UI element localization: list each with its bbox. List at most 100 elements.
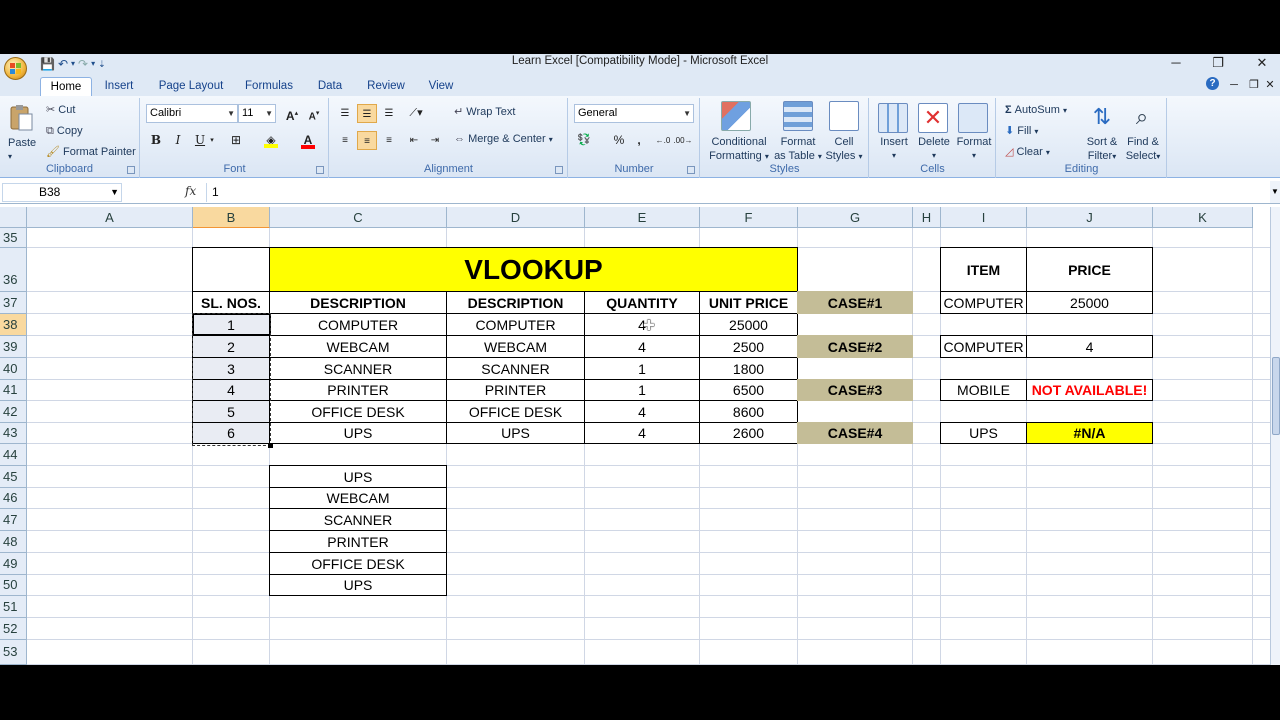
table-data-cell[interactable]: 1	[584, 357, 700, 380]
tab-view[interactable]: View	[424, 77, 458, 96]
case-result-cell[interactable]: #N/A	[1026, 422, 1153, 444]
column-header-k[interactable]: K	[1153, 207, 1253, 228]
tab-formulas[interactable]: Formulas	[242, 77, 296, 96]
row-header-39[interactable]: 39	[0, 336, 27, 358]
fill-button[interactable]: ⬇ Fill ▾	[1005, 124, 1038, 139]
table-data-cell[interactable]: UPS	[269, 422, 447, 444]
row-header-47[interactable]: 47	[0, 509, 27, 531]
row-header-35[interactable]: 35	[0, 228, 27, 248]
cut-button[interactable]: ✂ Cut	[46, 103, 75, 117]
table-data-cell[interactable]: 2	[192, 335, 270, 358]
table-data-cell[interactable]: COMPUTER	[446, 313, 585, 336]
align-middle-icon[interactable]: ☰	[357, 104, 377, 123]
column-header-f[interactable]: F	[700, 207, 798, 228]
borders-icon[interactable]: ⊞	[226, 131, 246, 150]
table-data-cell[interactable]: 3	[192, 357, 270, 380]
grow-font-icon[interactable]: A▴	[282, 104, 302, 123]
delete-cells-button[interactable]: Delete ▾	[914, 135, 954, 163]
clipboard-launcher-icon[interactable]	[127, 166, 135, 174]
table-data-cell[interactable]: WEBCAM	[446, 335, 585, 358]
column-header-h[interactable]: H	[913, 207, 941, 228]
underline-dropdown-icon[interactable]: ▾	[207, 131, 217, 150]
vlookup-title-cell[interactable]: VLOOKUP	[269, 247, 798, 292]
table-data-cell[interactable]: PRINTER	[446, 379, 585, 401]
table-data-cell[interactable]: 4	[584, 335, 700, 358]
worksheet-grid[interactable]: ABCDEFGHIJK 35 36 37 38 39 40 41 42 43 44 45 46 47 48…	[0, 207, 1270, 665]
comma-style-button[interactable]: ,	[629, 131, 649, 150]
list-item-cell[interactable]: PRINTER	[269, 530, 447, 553]
number-format-combo[interactable]: General ▼	[574, 104, 694, 123]
tab-page-layout[interactable]: Page Layout	[155, 77, 227, 96]
fill-color-icon[interactable]: ◈	[261, 131, 281, 150]
case-label-cell[interactable]: CASE#2	[797, 335, 913, 358]
table-data-cell[interactable]: 8600	[699, 400, 798, 423]
table-data-cell[interactable]: SCANNER	[446, 357, 585, 380]
table-data-cell[interactable]: 1800	[699, 357, 798, 380]
list-item-cell[interactable]: OFFICE DESK	[269, 552, 447, 575]
row-header-48[interactable]: 48	[0, 531, 27, 553]
font-color-icon[interactable]: A	[298, 131, 318, 150]
row-header-38[interactable]: 38	[0, 314, 27, 336]
column-header-j[interactable]: J	[1027, 207, 1153, 228]
italic-icon[interactable]: I	[168, 131, 188, 150]
column-header-g[interactable]: G	[798, 207, 913, 228]
row-header-41[interactable]: 41	[0, 380, 27, 401]
table-data-cell[interactable]: 5	[192, 400, 270, 423]
list-item-cell[interactable]: SCANNER	[269, 508, 447, 531]
table-data-cell[interactable]: 4	[584, 422, 700, 444]
column-header-b[interactable]: B	[193, 207, 270, 228]
row-header-44[interactable]: 44	[0, 444, 27, 466]
expand-formula-bar-icon[interactable]: ▼	[1270, 181, 1280, 203]
table-data-cell[interactable]: SCANNER	[269, 357, 447, 380]
align-bottom-icon[interactable]: ☰	[379, 104, 399, 123]
sheet-cell-b36[interactable]	[192, 247, 270, 292]
format-as-table-button[interactable]: Format as Table ▾	[773, 135, 823, 164]
cell-styles-button[interactable]: Cell Styles ▾	[821, 135, 867, 164]
case-result-cell[interactable]: NOT AVAILABLE!	[1026, 379, 1153, 401]
case-label-cell[interactable]: CASE#3	[797, 379, 913, 401]
row-header-37[interactable]: 37	[0, 292, 27, 314]
table-data-cell[interactable]: 4	[192, 379, 270, 401]
table-data-cell[interactable]: 25000	[699, 313, 798, 336]
row-header-36[interactable]: 36	[0, 248, 27, 292]
find-select-button[interactable]: Find & Select▾	[1121, 135, 1165, 164]
row-header-46[interactable]: 46	[0, 488, 27, 509]
column-header-c[interactable]: C	[270, 207, 447, 228]
align-top-icon[interactable]: ☰	[335, 104, 355, 123]
select-all-corner[interactable]	[0, 207, 27, 228]
font-name-combo[interactable]: Calibri ▼	[146, 104, 238, 123]
sort-filter-button[interactable]: Sort & Filter▾	[1081, 135, 1123, 164]
case-item-cell[interactable]: COMPUTER	[940, 335, 1027, 358]
shrink-font-icon[interactable]: A▾	[304, 104, 324, 123]
clear-button[interactable]: ◿ Clear ▾	[1005, 145, 1050, 160]
paste-button[interactable]: Paste	[8, 136, 36, 150]
row-header-50[interactable]: 50	[0, 575, 27, 596]
row-header-53[interactable]: 53	[0, 640, 27, 665]
table-header-cell[interactable]: UNIT PRICE	[699, 291, 798, 314]
tab-home[interactable]: Home	[40, 77, 92, 96]
font-launcher-icon[interactable]	[316, 166, 324, 174]
table-data-cell[interactable]: 2500	[699, 335, 798, 358]
lookup-item-header[interactable]: ITEM	[940, 247, 1027, 292]
case-item-cell[interactable]: MOBILE	[940, 379, 1027, 401]
table-data-cell[interactable]: 1	[192, 313, 270, 336]
align-center-icon[interactable]: ≡	[357, 131, 377, 150]
orientation-icon[interactable]: ⟋▾	[406, 104, 426, 123]
row-header-42[interactable]: 42	[0, 401, 27, 423]
table-data-cell[interactable]: WEBCAM	[269, 335, 447, 358]
table-data-cell[interactable]: PRINTER	[269, 379, 447, 401]
font-size-combo[interactable]: 11 ▼	[238, 104, 276, 123]
align-right-icon[interactable]: ≡	[379, 131, 399, 150]
minimize-button[interactable]: ─	[1162, 54, 1190, 72]
list-item-cell[interactable]: WEBCAM	[269, 487, 447, 509]
row-header-49[interactable]: 49	[0, 553, 27, 575]
vertical-scroll-thumb[interactable]	[1272, 357, 1280, 435]
case-label-cell[interactable]: CASE#4	[797, 422, 913, 444]
format-cells-button[interactable]: Format ▾	[954, 135, 994, 163]
table-data-cell[interactable]: 4	[584, 400, 700, 423]
lookup-price-header[interactable]: PRICE	[1026, 247, 1153, 292]
case-result-cell[interactable]: 25000	[1026, 291, 1153, 314]
insert-cells-button[interactable]: Insert ▾	[876, 135, 912, 163]
format-painter-button[interactable]: 🖌 Format Painter	[46, 145, 136, 159]
column-header-e[interactable]: E	[585, 207, 700, 228]
